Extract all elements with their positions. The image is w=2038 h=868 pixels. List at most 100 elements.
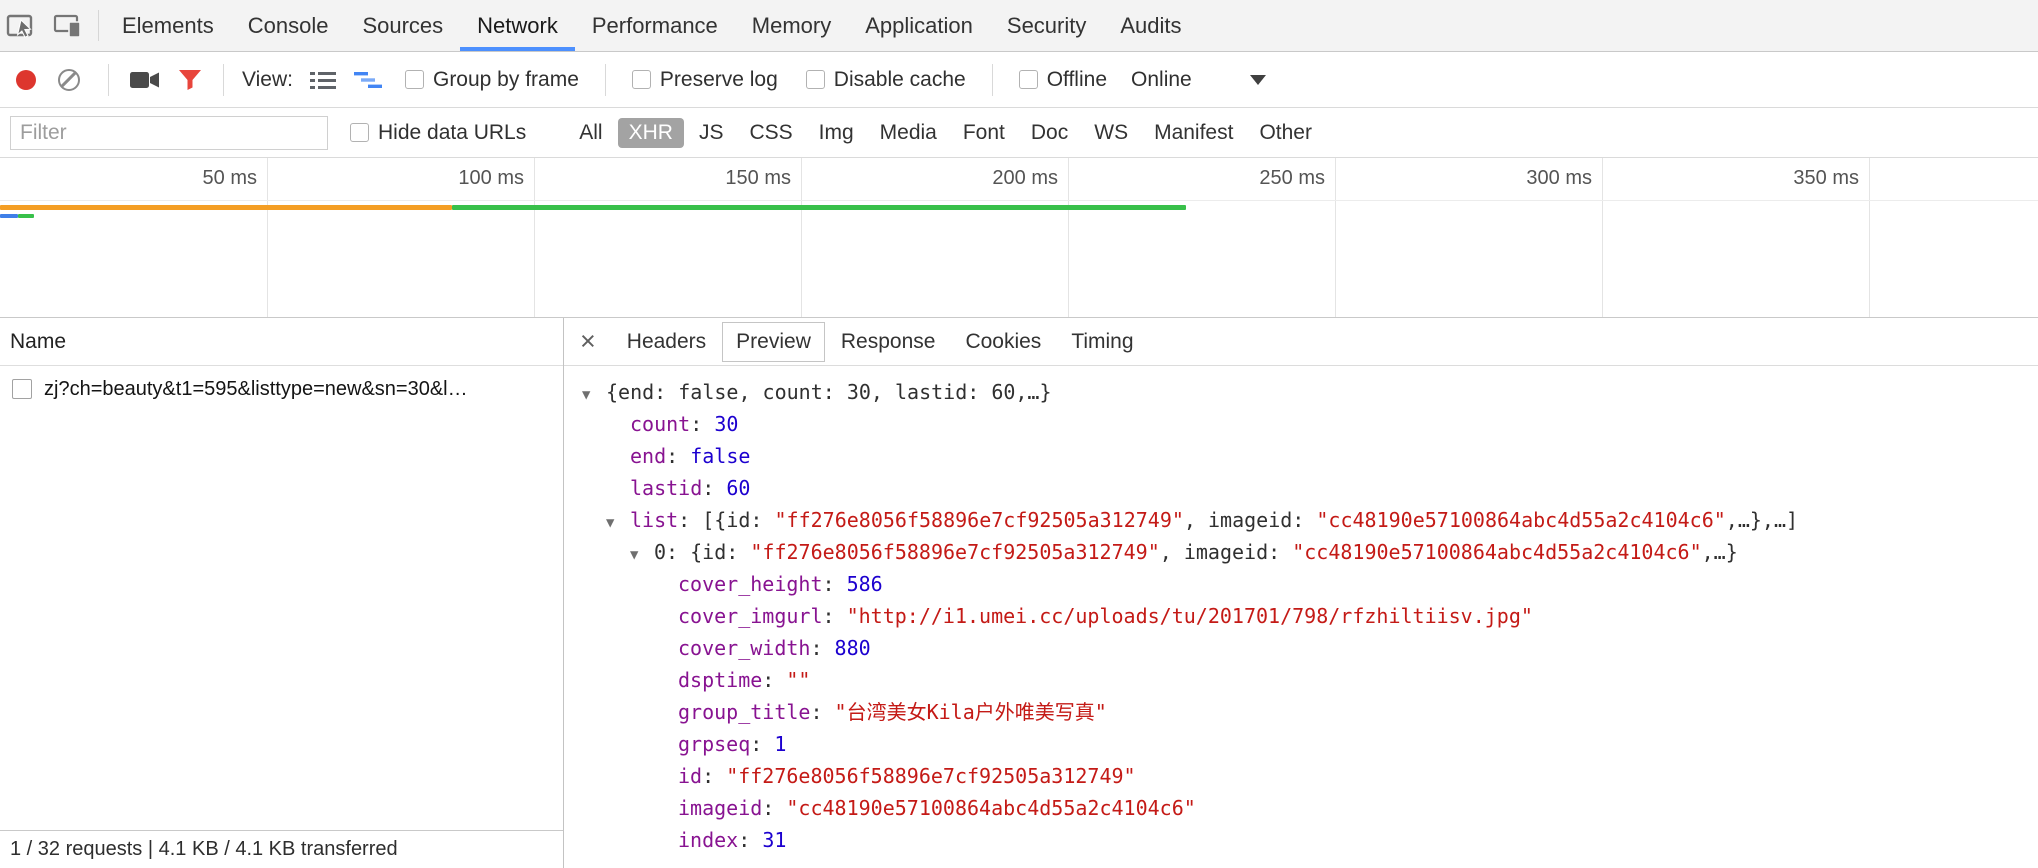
json-text: ,…}	[1702, 540, 1738, 564]
tab-memory[interactable]: Memory	[735, 0, 848, 51]
capture-screenshots-button[interactable]	[130, 71, 160, 89]
filter-pill-css[interactable]: CSS	[738, 118, 803, 148]
json-string: "ff276e8056f58896e7cf92505a312749"	[775, 508, 1184, 532]
expander-triangle-icon[interactable]: ▼	[582, 379, 606, 411]
filter-pill-strip: AllXHRJSCSSImgMediaFontDocWSManifestOthe…	[566, 118, 1325, 148]
show-overview-button[interactable]	[354, 70, 382, 90]
timeline-tick-label: 250 ms	[1145, 167, 1325, 190]
filter-pill-doc[interactable]: Doc	[1020, 118, 1079, 148]
filter-bar: Hide data URLs AllXHRJSCSSImgMediaFontDo…	[0, 108, 2038, 158]
funnel-icon	[178, 69, 202, 91]
expander-triangle-icon[interactable]: ▼	[630, 539, 654, 571]
json-key: count	[630, 412, 690, 436]
json-text: , imageid:	[1160, 540, 1292, 564]
preview-pane: ▼{end: false, count: 30, lastid: 60,…}co…	[564, 366, 2038, 868]
tree-line: index: 31	[564, 824, 2038, 856]
checkbox-box[interactable]	[806, 70, 825, 89]
json-text: :	[762, 668, 786, 692]
inspect-element-button[interactable]	[0, 0, 46, 51]
throttling-value: Online	[1131, 68, 1192, 92]
tree-line[interactable]: ▼list: [{id: "ff276e8056f58896e7cf92505a…	[564, 504, 2038, 536]
checkbox-offline[interactable]: Offline	[1019, 68, 1107, 92]
tab-console[interactable]: Console	[231, 0, 346, 51]
request-checkbox[interactable]	[12, 379, 32, 399]
tree-line[interactable]: ▼0: {id: "ff276e8056f58896e7cf92505a3127…	[564, 536, 2038, 568]
json-number: 1	[774, 732, 786, 756]
checkbox-hide-data-urls[interactable]: Hide data URLs	[350, 121, 526, 145]
json-key: index	[678, 828, 738, 852]
tab-network[interactable]: Network	[460, 0, 575, 51]
checkbox-preserve-log[interactable]: Preserve log	[632, 68, 778, 92]
json-number: 586	[847, 572, 883, 596]
checkbox-box[interactable]	[350, 123, 369, 142]
tab-performance[interactable]: Performance	[575, 0, 735, 51]
filter-pill-media[interactable]: Media	[869, 118, 948, 148]
request-list-empty-space	[0, 412, 563, 830]
network-toolbar: View: Group by frame Preserve logDisable…	[0, 52, 2038, 108]
network-main: Name zj?ch=beauty&t1=595&listtype=new&sn…	[0, 318, 2038, 868]
filter-pill-img[interactable]: Img	[808, 118, 865, 148]
json-key: id	[678, 764, 702, 788]
checkbox-disable-cache[interactable]: Disable cache	[806, 68, 966, 92]
detail-tab-cookies[interactable]: Cookies	[951, 322, 1055, 362]
detail-tab-timing[interactable]: Timing	[1057, 322, 1147, 362]
filter-pill-manifest[interactable]: Manifest	[1143, 118, 1244, 148]
close-details-button[interactable]: ×	[580, 328, 596, 355]
detail-tab-preview[interactable]: Preview	[722, 322, 825, 362]
filter-pill-ws[interactable]: WS	[1083, 118, 1139, 148]
timeline-tick-label: 150 ms	[611, 167, 791, 190]
filter-pill-xhr[interactable]: XHR	[618, 118, 684, 148]
tab-sources[interactable]: Sources	[345, 0, 460, 51]
request-row[interactable]: zj?ch=beauty&t1=595&listtype=new&sn=30&l…	[0, 366, 563, 412]
checkbox-box[interactable]	[632, 70, 651, 89]
checkbox-box[interactable]	[1019, 70, 1038, 89]
json-string: "ff276e8056f58896e7cf92505a312749"	[726, 764, 1135, 788]
timeline-overview[interactable]: 50 ms100 ms150 ms200 ms250 ms300 ms350 m…	[0, 158, 2038, 318]
inspect-cursor-icon	[6, 11, 40, 41]
detail-tab-response[interactable]: Response	[827, 322, 950, 362]
tree-line[interactable]: ▼{end: false, count: 30, lastid: 60,…}	[564, 376, 2038, 408]
timeline-tick-label: 100 ms	[344, 167, 524, 190]
overview-stub-blue	[0, 214, 18, 218]
json-key: end	[630, 444, 666, 468]
expander-triangle-icon[interactable]: ▼	[606, 507, 630, 539]
json-text: :	[690, 412, 714, 436]
use-small-request-rows-button[interactable]	[310, 70, 336, 90]
json-key: grpseq	[678, 732, 750, 756]
filter-pill-other[interactable]: Other	[1248, 118, 1323, 148]
checkbox-group-by-frame[interactable]: Group by frame	[405, 68, 579, 92]
record-button[interactable]	[16, 70, 36, 90]
waterfall-view-icon	[354, 70, 382, 90]
json-string: "cc48190e57100864abc4d55a2c4104c6"	[1292, 540, 1701, 564]
filter-pill-all[interactable]: All	[568, 118, 613, 148]
json-text: :	[702, 476, 726, 500]
name-column-header[interactable]: Name	[0, 318, 563, 366]
json-key: cover_height	[678, 572, 823, 596]
json-text: :	[678, 508, 702, 532]
toolbar-separator	[992, 64, 993, 96]
json-key: cover_width	[678, 636, 810, 660]
tab-security[interactable]: Security	[990, 0, 1103, 51]
json-number: 60	[726, 476, 750, 500]
checkbox-group-log-cache: Preserve log Disable cache	[618, 68, 980, 92]
clear-button[interactable]	[58, 69, 80, 91]
device-toolbar-button[interactable]	[46, 0, 92, 51]
tab-elements[interactable]: Elements	[105, 0, 231, 51]
summary-text: 1 / 32 requests | 4.1 KB / 4.1 KB transf…	[10, 838, 398, 861]
filter-input[interactable]	[10, 116, 328, 150]
overview-stub-green	[18, 214, 34, 218]
detail-tab-headers[interactable]: Headers	[613, 322, 720, 362]
detail-tab-strip: HeadersPreviewResponseCookiesTiming	[612, 322, 1149, 362]
filter-toggle-button[interactable]	[178, 69, 202, 91]
checkbox-box[interactable]	[405, 70, 424, 89]
tab-audits[interactable]: Audits	[1103, 0, 1198, 51]
filter-pill-js[interactable]: JS	[688, 118, 735, 148]
throttling-dropdown[interactable]: Online	[1131, 68, 1266, 92]
json-string: "cc48190e57100864abc4d55a2c4104c6"	[1316, 508, 1725, 532]
json-text: {end: false, count: 30, lastid: 60,…}	[606, 380, 1052, 404]
detail-tabbar: × HeadersPreviewResponseCookiesTiming	[564, 318, 2038, 366]
json-string: "台湾美女Kila户外唯美写真"	[835, 700, 1107, 724]
tab-application[interactable]: Application	[848, 0, 990, 51]
timeline-gridline	[267, 158, 268, 317]
filter-pill-font[interactable]: Font	[952, 118, 1016, 148]
